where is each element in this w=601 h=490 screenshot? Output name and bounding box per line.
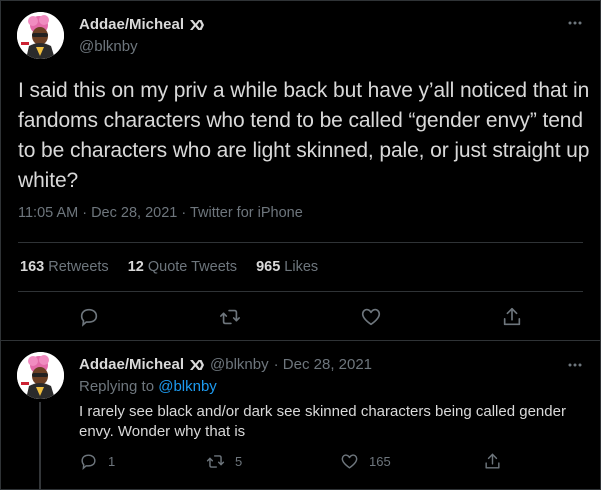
like-icon[interactable] (360, 306, 382, 328)
reply-more-options-icon[interactable] (567, 360, 583, 370)
retweet-icon (206, 455, 225, 468)
tweet-text: I said this on my priv a while back but … (18, 79, 590, 192)
author-name[interactable]: Addae/Micheal (79, 16, 205, 33)
tweet-timestamp[interactable]: 11:05 AM · Dec 28, 2021 · Twitter for iP… (18, 205, 303, 221)
retweet-icon[interactable] (219, 306, 241, 328)
reply-text: I rarely see black and/or dark see skinn… (79, 403, 566, 440)
replying-to-link[interactable]: @blknby (158, 378, 217, 395)
divider (18, 291, 583, 292)
author-handle[interactable]: @blknby (79, 38, 138, 55)
reply-author-name[interactable]: Addae/Micheal (79, 356, 184, 373)
reply-share-button[interactable] (483, 452, 502, 471)
divider (18, 242, 583, 243)
more-options-icon[interactable] (567, 18, 583, 28)
replying-to: Replying to @blknby (79, 378, 217, 395)
retweets-stat[interactable]: 163 Retweets (20, 259, 109, 275)
reply-date[interactable]: · Dec 28, 2021 (274, 356, 372, 373)
verified-x-icon (190, 19, 205, 30)
reply-retweet-button[interactable]: 5 (206, 452, 242, 471)
avatar[interactable] (17, 12, 64, 59)
reply-header: Addae/Micheal @blknby · Dec 28, 2021 (79, 356, 372, 373)
reply-icon (81, 454, 96, 470)
share-icon (485, 453, 500, 469)
share-icon[interactable] (501, 306, 523, 328)
verified-x-icon (190, 359, 205, 370)
like-icon (341, 454, 358, 469)
tweet-stats: 163 Retweets 12 Quote Tweets 965 Likes (20, 259, 318, 275)
main-tweet: Addae/Micheal @blknby I said this on my … (0, 0, 601, 340)
likes-stat[interactable]: 965 Likes (256, 259, 318, 275)
tweet-separator (0, 340, 601, 341)
reply-author-handle[interactable]: @blknby (210, 356, 269, 373)
thread-line (39, 402, 41, 490)
reply-reply-button[interactable]: 1 (79, 452, 115, 471)
reply-like-button[interactable]: 165 (340, 452, 391, 471)
reply-avatar[interactable] (17, 352, 64, 399)
reply-icon[interactable] (78, 306, 100, 328)
quote-tweets-stat[interactable]: 12 Quote Tweets (128, 259, 237, 275)
